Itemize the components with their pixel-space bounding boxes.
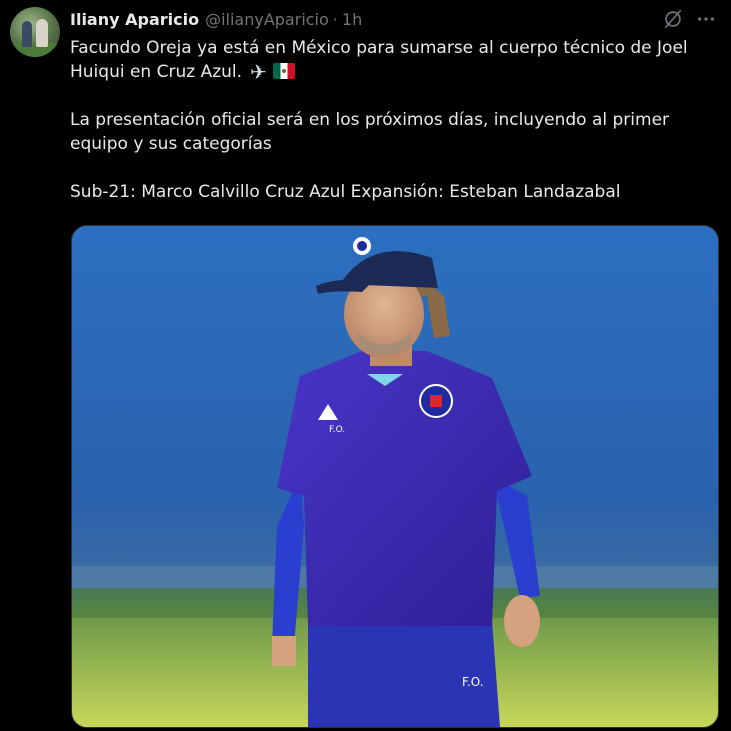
tweet-text: Facundo Oreja ya está en México para sum…	[70, 36, 720, 204]
tweet[interactable]: Iliany Aparicio @ilianyAparicio · 1h Fac…	[0, 0, 731, 731]
airplane-icon: ✈	[250, 60, 267, 84]
tweet-time[interactable]: 1h	[342, 10, 362, 29]
avatar-grass	[10, 43, 60, 57]
author-display-name[interactable]: Iliany Aparicio	[70, 10, 199, 29]
author-handle[interactable]: @ilianyAparicio	[205, 10, 329, 29]
shorts-initials: F.O.	[462, 675, 484, 689]
tweet-paragraph-2: La presentación oficial será en los próx…	[70, 110, 670, 154]
grok-icon[interactable]	[662, 8, 684, 30]
tweet-paragraph-3: Sub-21: Marco Calvillo Cruz Azul Expansi…	[70, 182, 621, 202]
avatar[interactable]	[10, 7, 60, 57]
more-options-icon[interactable]	[694, 8, 718, 30]
tweet-media-photo[interactable]: F.O. F.O.	[71, 225, 719, 728]
shirt-initials: F.O.	[329, 425, 345, 435]
photo-illustration: F.O. F.O.	[72, 226, 718, 727]
separator-dot: ·	[332, 9, 338, 29]
mexico-flag-icon	[272, 63, 295, 79]
avatar-figure-right	[36, 19, 48, 47]
tweet-header: Iliany Aparicio @ilianyAparicio · 1h	[70, 8, 362, 30]
tweet-paragraph-1: Facundo Oreja ya está en México para sum…	[70, 36, 720, 84]
avatar-figure-left	[22, 21, 32, 47]
tweet-line-1: Facundo Oreja ya está en México para sum…	[70, 38, 688, 82]
